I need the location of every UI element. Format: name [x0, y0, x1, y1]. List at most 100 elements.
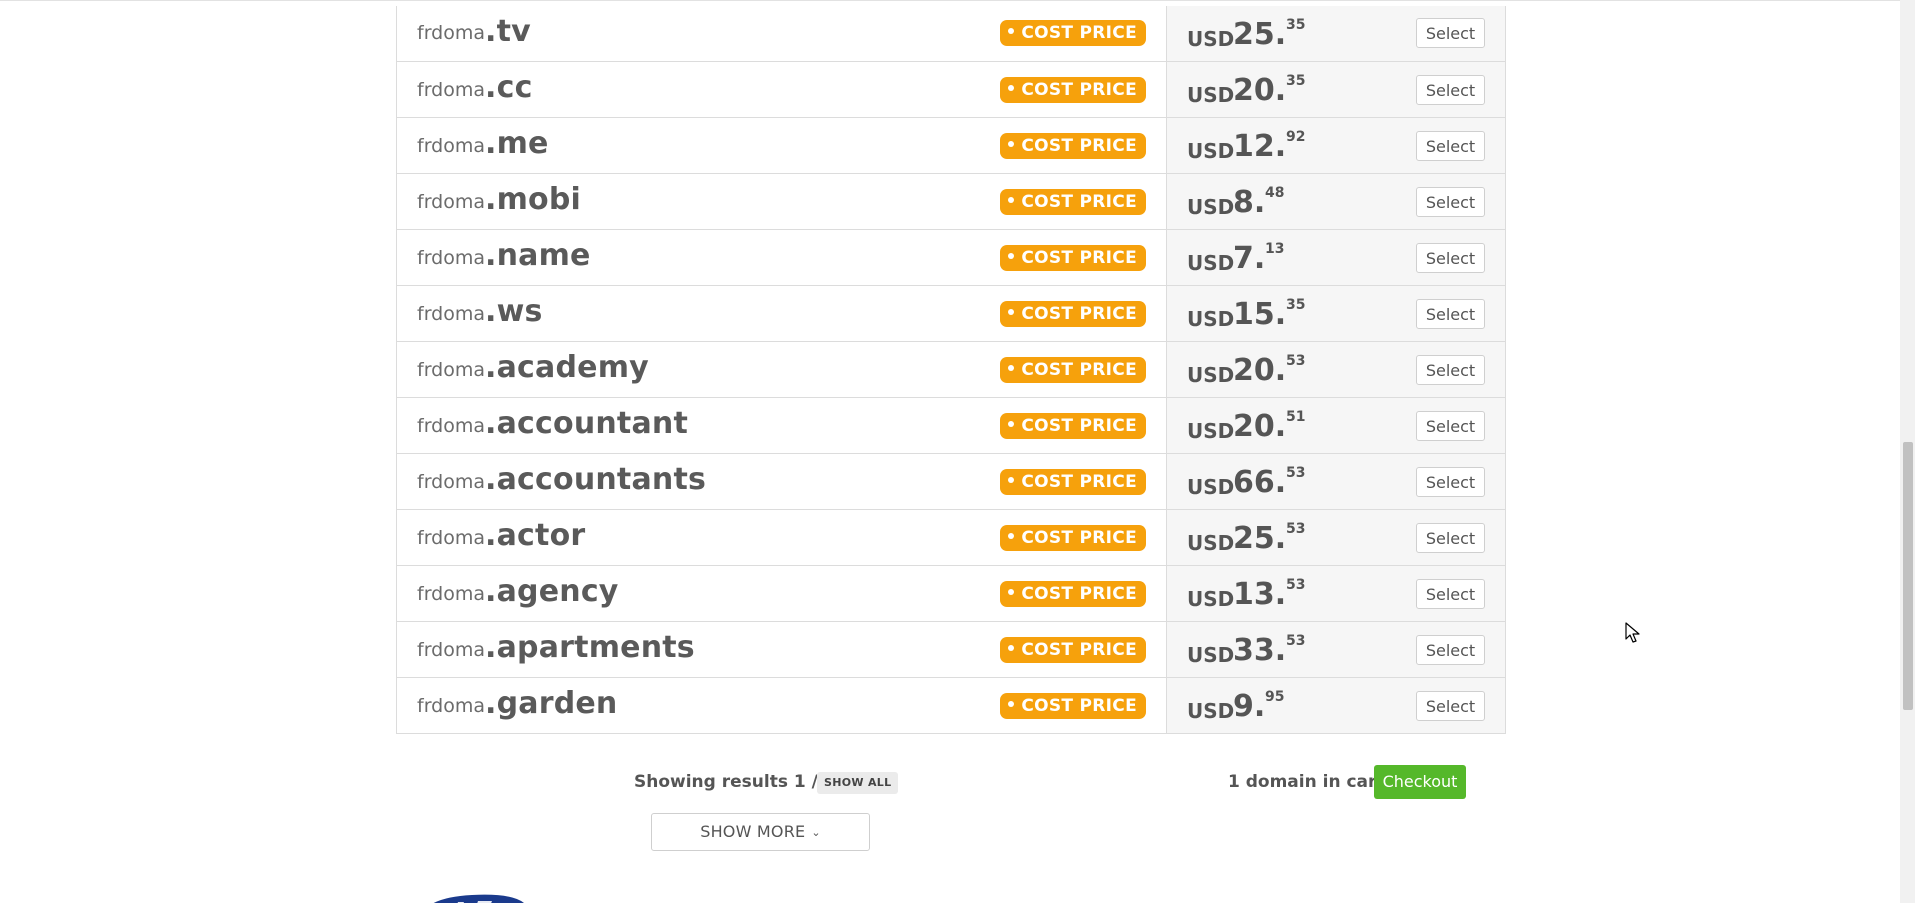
show-more-label: SHOW MORE [700, 822, 806, 841]
select-domain-button[interactable]: Select [1416, 18, 1485, 48]
domain-tld: .me [485, 126, 549, 161]
select-domain-button[interactable]: Select [1416, 299, 1485, 329]
price-integer: 33. [1233, 633, 1287, 668]
bullet-dot-icon [1008, 533, 1015, 539]
domain-sld: frdoma [417, 22, 486, 44]
select-domain-button[interactable]: Select [1416, 243, 1485, 273]
price-currency: USD [1187, 699, 1235, 723]
domain-row: frdoma .tv COST PRICE USD 25. 35 Select [397, 6, 1505, 61]
domain-sld: frdoma [417, 303, 486, 325]
price-currency: USD [1187, 643, 1235, 667]
domain-name-cell: frdoma .accountant COST PRICE [397, 398, 1166, 453]
bullet-dot-icon [1008, 253, 1015, 259]
domain-price-cell: USD 15. 35 Select [1166, 286, 1505, 341]
domain-tld: .name [485, 238, 591, 273]
cost-price-badge: COST PRICE [1000, 245, 1146, 271]
select-domain-button[interactable]: Select [1416, 355, 1485, 385]
select-domain-button[interactable]: Select [1416, 691, 1485, 721]
bullet-dot-icon [1008, 197, 1015, 203]
domain-price-cell: USD 7. 13 Select [1166, 230, 1505, 285]
domain-row: frdoma .me COST PRICE USD 12. 92 Select [397, 117, 1505, 173]
chevron-down-icon: ⌄ [811, 826, 821, 839]
select-domain-button[interactable]: Select [1416, 411, 1485, 441]
domain-row: frdoma .ws COST PRICE USD 15. 35 Select [397, 285, 1505, 341]
checkout-button[interactable]: Checkout [1374, 765, 1466, 799]
cost-price-badge: COST PRICE [1000, 581, 1146, 607]
domain-tld: .ws [485, 294, 543, 329]
price-currency: USD [1187, 139, 1235, 163]
price-integer: 9. [1233, 689, 1266, 724]
domain-name-cell: frdoma .garden COST PRICE [397, 678, 1166, 733]
select-domain-button[interactable]: Select [1416, 579, 1485, 609]
scrollbar-thumb[interactable] [1903, 442, 1913, 710]
domain-tld: .agency [485, 574, 619, 609]
vertical-scrollbar[interactable] [1900, 0, 1915, 903]
domain-tld: .tv [485, 14, 531, 49]
cost-price-badge: COST PRICE [1000, 357, 1146, 383]
price-decimal: 53 [1286, 577, 1306, 593]
domain-price-cell: USD 12. 92 Select [1166, 118, 1505, 173]
domain-row: frdoma .apartments COST PRICE USD 33. 53… [397, 621, 1505, 677]
domain-name-cell: frdoma .mobi COST PRICE [397, 174, 1166, 229]
domain-price-cell: USD 9. 95 Select [1166, 678, 1505, 733]
domain-row: frdoma .garden COST PRICE USD 9. 95 Sele… [397, 677, 1505, 733]
domain-name-cell: frdoma .academy COST PRICE [397, 342, 1166, 397]
domain-price-cell: USD 25. 35 Select [1166, 6, 1505, 61]
domain-price-cell: USD 20. 35 Select [1166, 62, 1505, 117]
cost-price-badge: COST PRICE [1000, 133, 1146, 159]
cost-price-label: COST PRICE [1021, 248, 1137, 268]
price-decimal: 35 [1286, 73, 1306, 89]
bullet-dot-icon [1008, 309, 1015, 315]
cost-price-label: COST PRICE [1021, 584, 1137, 604]
domain-sld: frdoma [417, 79, 486, 101]
logo-image [433, 894, 524, 903]
cost-price-label: COST PRICE [1021, 360, 1137, 380]
cost-price-label: COST PRICE [1021, 192, 1137, 212]
domain-price-cell: USD 20. 53 Select [1166, 342, 1505, 397]
select-domain-button[interactable]: Select [1416, 467, 1485, 497]
show-more-button[interactable]: SHOW MORE ⌄ [651, 813, 870, 851]
domain-name-cell: frdoma .agency COST PRICE [397, 566, 1166, 621]
domain-row: frdoma .actor COST PRICE USD 25. 53 Sele… [397, 509, 1505, 565]
cost-price-badge: COST PRICE [1000, 20, 1146, 46]
price-integer: 12. [1233, 129, 1287, 164]
domain-row: frdoma .name COST PRICE USD 7. 13 Select [397, 229, 1505, 285]
cost-price-label: COST PRICE [1021, 304, 1137, 324]
select-domain-button[interactable]: Select [1416, 187, 1485, 217]
price-integer: 7. [1233, 241, 1266, 276]
price-decimal: 53 [1286, 353, 1306, 369]
select-domain-button[interactable]: Select [1416, 635, 1485, 665]
domain-row: frdoma .agency COST PRICE USD 13. 53 Sel… [397, 565, 1505, 621]
price-integer: 20. [1233, 353, 1287, 388]
bullet-dot-icon [1008, 28, 1015, 34]
domain-price-cell: USD 33. 53 Select [1166, 622, 1505, 677]
select-domain-button[interactable]: Select [1416, 131, 1485, 161]
price-integer: 66. [1233, 465, 1287, 500]
cost-price-label: COST PRICE [1021, 472, 1137, 492]
select-domain-button[interactable]: Select [1416, 75, 1485, 105]
domain-name-cell: frdoma .me COST PRICE [397, 118, 1166, 173]
price-decimal: 53 [1286, 465, 1306, 481]
bullet-dot-icon [1008, 589, 1015, 595]
domain-name-cell: frdoma .accountants COST PRICE [397, 454, 1166, 509]
domain-sld: frdoma [417, 135, 486, 157]
domain-name-cell: frdoma .tv COST PRICE [397, 6, 1166, 61]
price-currency: USD [1187, 195, 1235, 219]
cost-price-badge: COST PRICE [1000, 189, 1146, 215]
domain-row: frdoma .accountants COST PRICE USD 66. 5… [397, 453, 1505, 509]
cost-price-badge: COST PRICE [1000, 301, 1146, 327]
domain-sld: frdoma [417, 695, 486, 717]
domain-row: frdoma .academy COST PRICE USD 20. 53 Se… [397, 341, 1505, 397]
cost-price-badge: COST PRICE [1000, 525, 1146, 551]
select-domain-button[interactable]: Select [1416, 523, 1485, 553]
domain-sld: frdoma [417, 359, 486, 381]
cost-price-badge: COST PRICE [1000, 693, 1146, 719]
domain-name-cell: frdoma .cc COST PRICE [397, 62, 1166, 117]
domain-tld: .mobi [485, 182, 582, 217]
price-integer: 20. [1233, 409, 1287, 444]
domain-price-cell: USD 25. 53 Select [1166, 510, 1505, 565]
price-decimal: 35 [1286, 17, 1306, 33]
domain-sld: frdoma [417, 471, 486, 493]
price-decimal: 53 [1286, 633, 1306, 649]
show-all-button[interactable]: SHOW ALL [817, 772, 899, 794]
